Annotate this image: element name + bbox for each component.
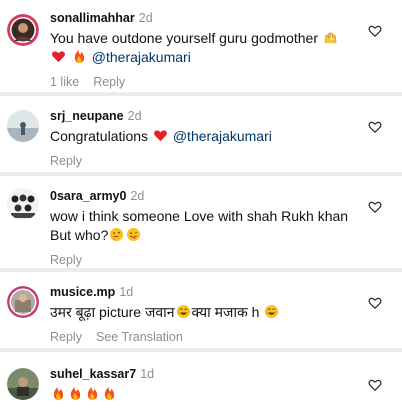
username[interactable]: musice.mp xyxy=(50,285,115,299)
comment-text: wow i think someone Love with shah Rukh … xyxy=(50,207,370,245)
reply-button[interactable]: Reply xyxy=(93,75,125,89)
avatar[interactable] xyxy=(7,188,39,220)
comment-body: sonallimahhar 2d You have outdone yoursel… xyxy=(50,10,370,90)
avatar[interactable] xyxy=(7,368,39,400)
timestamp: 1d xyxy=(119,285,134,299)
mention-link[interactable]: @therajakumari xyxy=(92,49,191,65)
username[interactable]: sonallimahhar xyxy=(50,11,135,25)
comment-text: You have outdone yourself guru godmother… xyxy=(50,29,370,67)
timestamp: 2d xyxy=(127,109,142,123)
see-translation-button[interactable]: See Translation xyxy=(96,330,183,344)
reply-button[interactable]: Reply xyxy=(50,154,82,168)
reply-button[interactable]: Reply xyxy=(50,253,82,267)
comment-body: srj_neupane 2d Congratulations @therajaku… xyxy=(50,108,370,169)
comment-text-line: क्या मजाक h xyxy=(191,304,260,320)
comment-text-line: Congratulations xyxy=(50,128,149,144)
comment-item: 0sara_army0 2d wow i think someone Love w… xyxy=(0,176,402,268)
avatar[interactable] xyxy=(7,286,39,318)
red-heart-icon xyxy=(153,130,167,142)
like-heart-icon[interactable] xyxy=(368,120,382,134)
like-heart-icon[interactable] xyxy=(368,200,382,214)
avatar[interactable] xyxy=(7,110,39,142)
comment-body: suhel_kassar7 1d xyxy=(50,366,370,404)
fire-icon xyxy=(53,386,64,401)
timestamp: 2d xyxy=(130,189,145,203)
comment-text xyxy=(50,385,370,404)
comment-text-line: उमर बूढ़ा picture जवान xyxy=(50,304,175,320)
like-heart-icon[interactable] xyxy=(368,24,382,38)
comment-body: 0sara_army0 2d wow i think someone Love w… xyxy=(50,188,370,268)
laughing-tears-face-icon xyxy=(265,304,279,319)
comment-item: srj_neupane 2d Congratulations @therajaku… xyxy=(0,96,402,172)
red-heart-icon xyxy=(52,51,65,63)
like-heart-icon[interactable] xyxy=(368,296,382,310)
mention-link[interactable]: @therajakumari xyxy=(173,128,272,144)
fire-icon xyxy=(104,386,115,401)
comment-item: sonallimahhar 2d You have outdone yoursel… xyxy=(0,0,402,92)
username[interactable]: 0sara_army0 xyxy=(50,189,126,203)
comment-item: suhel_kassar7 1d xyxy=(0,352,402,409)
likes-count[interactable]: 1 like xyxy=(50,75,79,89)
comment-text-line: But who? xyxy=(50,227,109,243)
fire-icon xyxy=(70,386,81,401)
fire-icon xyxy=(74,49,85,64)
like-heart-icon[interactable] xyxy=(368,378,382,392)
raising-hands-icon xyxy=(324,32,337,44)
comment-body: musice.mp 1d उमर बूढ़ा picture जवान क्या … xyxy=(50,284,370,345)
winking-tongue-face-icon xyxy=(127,227,141,242)
username[interactable]: srj_neupane xyxy=(50,109,124,123)
laughing-tears-face-icon xyxy=(176,304,190,319)
thinking-face-icon xyxy=(110,227,124,242)
avatar[interactable] xyxy=(7,14,39,46)
comment-text: उमर बूढ़ा picture जवान क्या मजाक h xyxy=(50,303,370,322)
comment-item: musice.mp 1d उमर बूढ़ा picture जवान क्या … xyxy=(0,272,402,348)
comment-text-line: You have outdone yourself guru godmother xyxy=(50,30,319,46)
reply-button[interactable]: Reply xyxy=(50,330,82,344)
comment-text-line: wow i think someone Love with shah Rukh … xyxy=(50,208,349,224)
username[interactable]: suhel_kassar7 xyxy=(50,367,136,381)
fire-icon xyxy=(87,386,98,401)
comments-feed: sonallimahhar 2d You have outdone yoursel… xyxy=(0,0,402,409)
timestamp: 2d xyxy=(138,11,153,25)
timestamp: 1d xyxy=(140,367,155,381)
comment-text: Congratulations @therajakumari xyxy=(50,127,370,146)
